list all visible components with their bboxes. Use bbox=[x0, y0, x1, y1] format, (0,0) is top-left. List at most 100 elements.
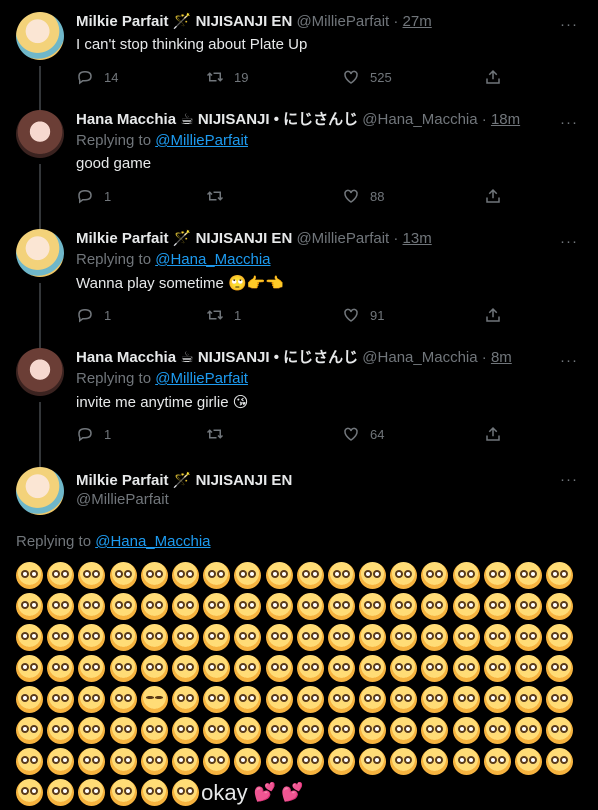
emoji-row: okay 💕 💕 bbox=[16, 779, 582, 810]
timestamp[interactable]: 27m bbox=[403, 13, 432, 30]
more-icon[interactable]: ··· bbox=[560, 471, 578, 488]
flushed-face-emoji bbox=[483, 686, 511, 713]
flushed-face-emoji bbox=[171, 624, 199, 651]
flushed-face-emoji bbox=[452, 593, 480, 620]
share-button[interactable] bbox=[484, 187, 512, 205]
author-name[interactable]: Hana Macchia bbox=[76, 111, 176, 128]
tweet-text: good game bbox=[76, 155, 152, 172]
tweet-1[interactable]: Milkie Parfait 🪄 NIJISANJI EN @MilliePar… bbox=[0, 12, 598, 122]
author-name[interactable]: Hana Macchia bbox=[76, 349, 176, 366]
replying-to: Replying to @Hana_Macchia bbox=[16, 533, 211, 550]
mention-link[interactable]: @Hana_Macchia bbox=[155, 251, 270, 268]
flushed-face-emoji bbox=[109, 779, 137, 806]
tweet-4[interactable]: Hana Macchia ☕ NIJISANJI • にじさんじ @Hana_M… bbox=[0, 348, 598, 468]
flushed-face-emoji bbox=[515, 717, 542, 744]
mention-link[interactable]: @MillieParfait bbox=[155, 370, 248, 387]
flushed-face-emoji bbox=[390, 562, 418, 589]
avatar[interactable] bbox=[16, 467, 64, 515]
flushed-face-emoji bbox=[16, 748, 43, 775]
author-handle[interactable]: @Hana_Macchia bbox=[362, 349, 477, 366]
tweet-2[interactable]: Hana Macchia ☕ NIJISANJI • にじさんじ @Hana_M… bbox=[0, 110, 598, 230]
author-handle[interactable]: @MillieParfait bbox=[76, 491, 169, 508]
retweet-button[interactable]: 19 bbox=[206, 68, 248, 86]
flushed-face-emoji bbox=[265, 593, 293, 620]
flushed-face-emoji bbox=[327, 624, 355, 651]
reply-button[interactable]: 1 bbox=[76, 425, 111, 443]
emoji-row bbox=[16, 686, 582, 717]
reply-button[interactable]: 1 bbox=[76, 187, 111, 205]
flushed-face-emoji bbox=[452, 624, 480, 651]
author-name[interactable]: Milkie Parfait bbox=[76, 13, 169, 30]
share-button[interactable] bbox=[484, 68, 512, 86]
flushed-face-emoji bbox=[327, 593, 355, 620]
timestamp[interactable]: 18m bbox=[491, 111, 520, 128]
retweet-button[interactable] bbox=[206, 187, 234, 205]
flushed-face-emoji bbox=[171, 593, 199, 620]
flushed-face-emoji bbox=[546, 655, 574, 682]
flushed-face-emoji bbox=[296, 562, 324, 589]
flushed-face-emoji bbox=[359, 686, 387, 713]
coffee-icon: ☕ bbox=[180, 349, 194, 366]
replying-to: Replying to @Hana_Macchia bbox=[76, 251, 271, 268]
retweet-button[interactable] bbox=[206, 425, 234, 443]
more-icon[interactable]: ··· bbox=[560, 233, 578, 250]
thread-line bbox=[39, 164, 41, 230]
flushed-face-emoji bbox=[390, 593, 418, 620]
mention-link[interactable]: @Hana_Macchia bbox=[95, 533, 210, 550]
flushed-face-emoji bbox=[47, 562, 75, 589]
reply-button[interactable]: 1 bbox=[76, 306, 111, 324]
timestamp[interactable]: 13m bbox=[403, 230, 432, 247]
more-icon[interactable]: ··· bbox=[560, 16, 578, 33]
like-button[interactable]: 91 bbox=[342, 306, 384, 324]
flushed-face-emoji bbox=[203, 655, 231, 682]
tweet-actions: 1 88 bbox=[76, 187, 506, 207]
reply-button[interactable]: 14 bbox=[76, 68, 118, 86]
flushed-face-emoji bbox=[359, 593, 387, 620]
emoji-row bbox=[16, 562, 582, 593]
author-handle[interactable]: @Hana_Macchia bbox=[362, 111, 477, 128]
tweet-3[interactable]: Milkie Parfait 🪄 NIJISANJI EN @MilliePar… bbox=[0, 229, 598, 349]
flushed-face-emoji bbox=[16, 655, 43, 682]
mention-link[interactable]: @MillieParfait bbox=[155, 132, 248, 149]
avatar[interactable] bbox=[16, 12, 64, 60]
like-button[interactable]: 64 bbox=[342, 425, 384, 443]
flushed-face-emoji bbox=[296, 717, 324, 744]
author-handle[interactable]: @MillieParfait bbox=[296, 230, 389, 247]
flushed-face-emoji bbox=[327, 562, 355, 589]
timestamp[interactable]: 8m bbox=[491, 349, 512, 366]
avatar[interactable] bbox=[16, 229, 64, 277]
emoji-row bbox=[16, 717, 582, 748]
flushed-face-emoji bbox=[16, 717, 43, 744]
author-name[interactable]: Milkie Parfait bbox=[76, 230, 169, 247]
flushed-face-emoji bbox=[171, 562, 199, 589]
flushed-emoji-grid: okay 💕 💕 bbox=[16, 562, 582, 810]
flushed-face-emoji bbox=[109, 562, 137, 589]
retweet-button[interactable]: 1 bbox=[206, 306, 241, 324]
flushed-face-emoji bbox=[203, 748, 231, 775]
like-button[interactable]: 525 bbox=[342, 68, 392, 86]
flushed-face-emoji bbox=[296, 593, 324, 620]
flushed-face-emoji bbox=[140, 593, 168, 620]
heart-icon bbox=[344, 308, 358, 322]
flushed-face-emoji bbox=[234, 624, 262, 651]
more-icon[interactable]: ··· bbox=[560, 114, 578, 131]
avatar[interactable] bbox=[16, 110, 64, 158]
share-button[interactable] bbox=[484, 306, 512, 324]
author-handle[interactable]: @MillieParfait bbox=[296, 13, 389, 30]
flushed-face-emoji bbox=[109, 686, 137, 713]
two-hearts-emoji: 💕 💕 bbox=[253, 782, 304, 802]
emoji-row bbox=[16, 624, 582, 655]
flushed-face-emoji bbox=[171, 779, 199, 806]
kiss-emoji: 😘 bbox=[232, 394, 249, 411]
tweet-header: Hana Macchia ☕ NIJISANJI • にじさんじ @Hana_M… bbox=[76, 111, 521, 128]
avatar[interactable] bbox=[16, 348, 64, 396]
more-icon[interactable]: ··· bbox=[560, 352, 578, 369]
flushed-face-emoji bbox=[78, 686, 106, 713]
flushed-face-emoji bbox=[234, 748, 262, 775]
flushed-face-emoji bbox=[452, 748, 480, 775]
share-button[interactable] bbox=[484, 425, 512, 443]
like-button[interactable]: 88 bbox=[342, 187, 384, 205]
flushed-face-emoji bbox=[203, 717, 231, 744]
author-name[interactable]: Milkie Parfait bbox=[76, 472, 169, 489]
emoji-row bbox=[16, 593, 582, 624]
